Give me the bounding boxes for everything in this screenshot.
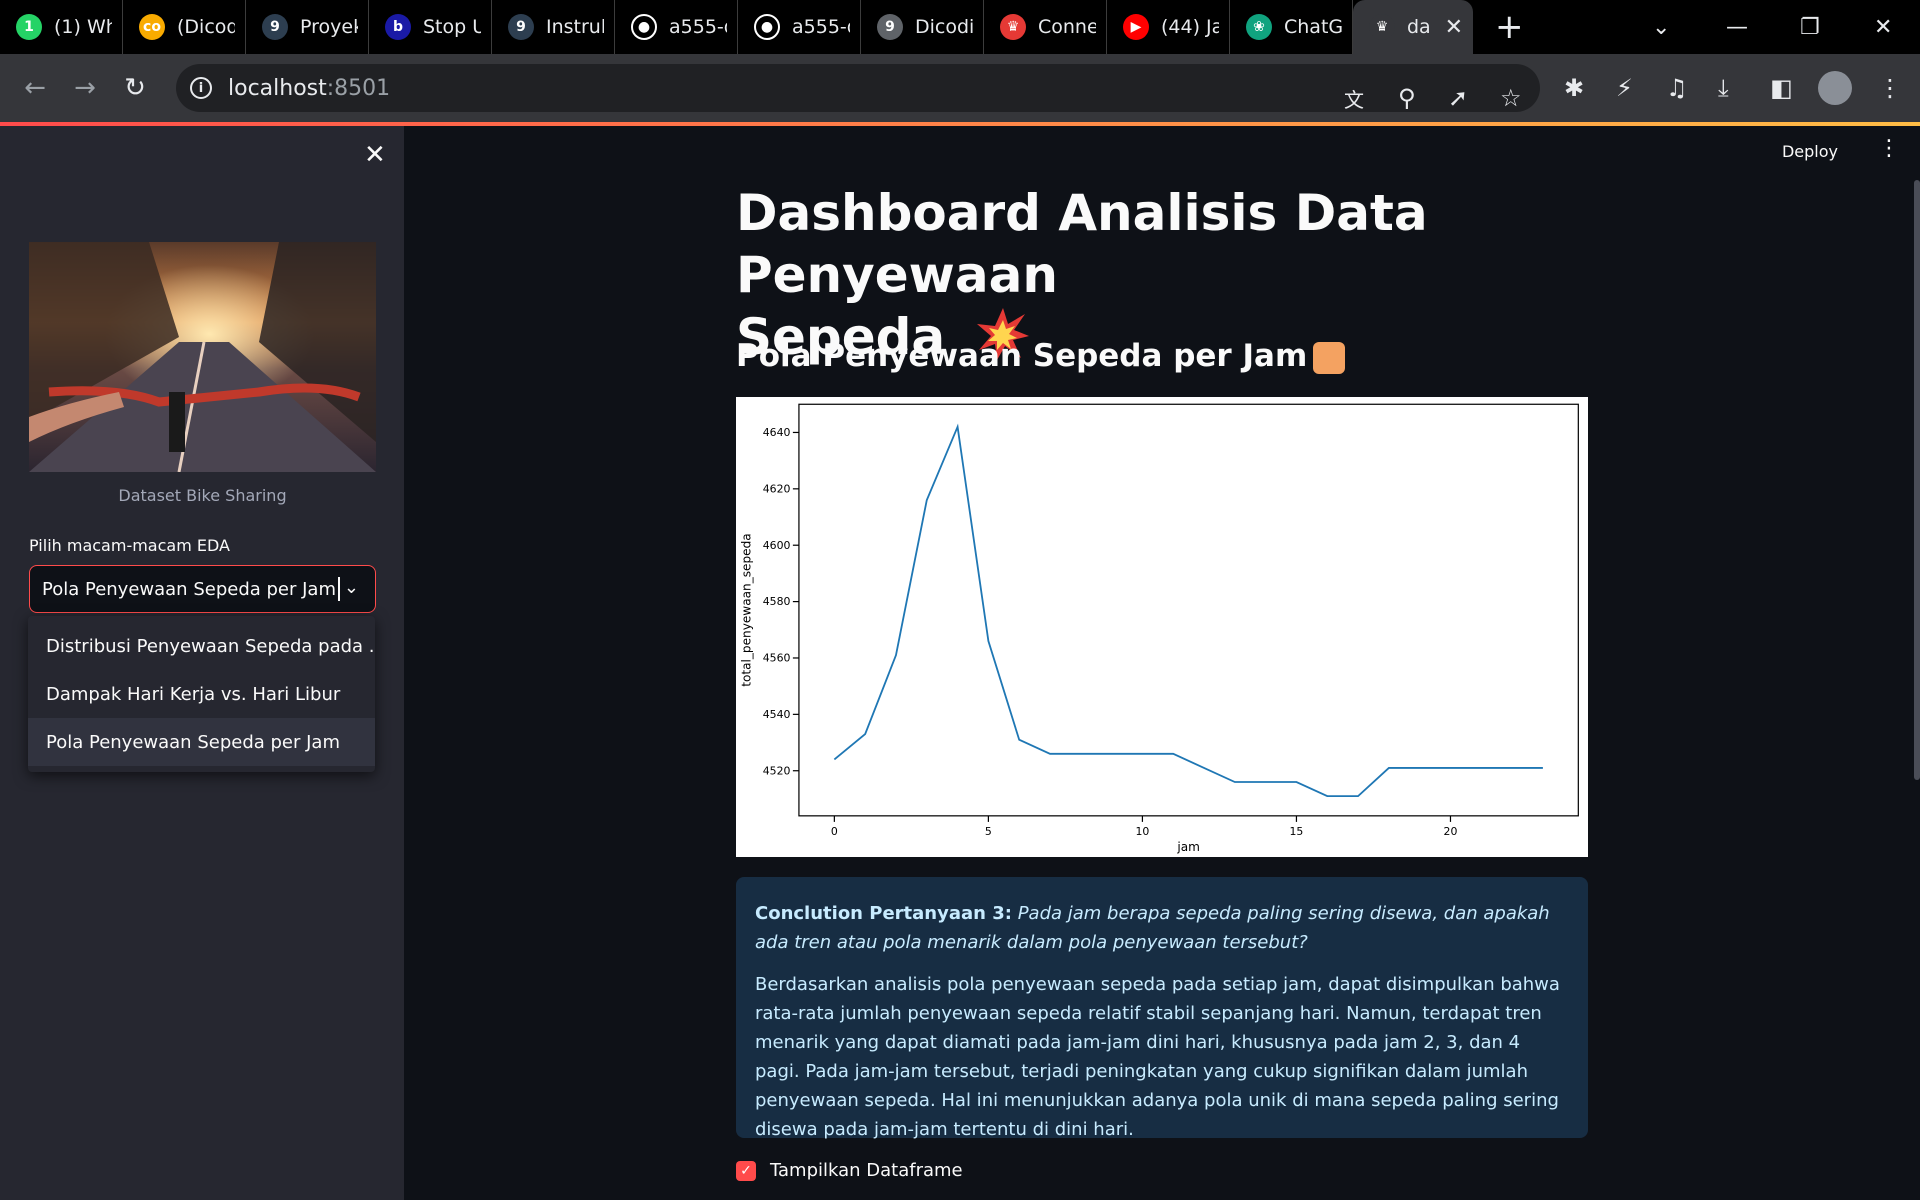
x-tick-label: 0 bbox=[831, 825, 838, 838]
back-icon[interactable]: ← bbox=[10, 73, 60, 103]
y-tick-label: 4620 bbox=[763, 482, 791, 495]
reload-icon[interactable]: ↻ bbox=[110, 73, 160, 103]
plot-frame bbox=[798, 403, 1579, 817]
dropdown-option[interactable]: Dampak Hari Kerja vs. Hari Libur bbox=[28, 670, 375, 718]
colab-icon: co bbox=[139, 14, 165, 40]
y-tick-label: 4640 bbox=[763, 426, 791, 439]
youtube-icon: ▶ bbox=[1123, 14, 1149, 40]
x-axis-label: jam bbox=[1176, 840, 1200, 854]
tab-label: (1) Wha bbox=[54, 16, 112, 38]
browser-tab[interactable]: ❀ ChatGP bbox=[1230, 0, 1353, 54]
tab-label: ChatGP bbox=[1284, 16, 1342, 38]
browser-tab-bar: 1 (1) Wha co (Dicodir 9 Proyek b Stop Us 9 Instru… bbox=[0, 0, 1920, 54]
eda-selectbox[interactable]: Pola Penyewaan Sepeda per Jam ⌄ bbox=[29, 565, 376, 613]
series-line bbox=[833, 423, 1543, 798]
tab-label: Stop Us bbox=[423, 16, 481, 38]
x-tick-label: 20 bbox=[1444, 825, 1458, 838]
x-tick-label: 15 bbox=[1290, 825, 1304, 838]
extension-bolt-icon[interactable]: ⚡ bbox=[1616, 54, 1633, 122]
sidebar: ✕ Dataset Bike Sharing Pilih macam-macam… bbox=[0, 126, 404, 1200]
main-menu-icon[interactable]: ⋮ bbox=[1878, 136, 1900, 161]
tab-active[interactable]: ♛ da ✕ bbox=[1353, 0, 1473, 54]
tab-label: (Dicodir bbox=[177, 16, 235, 38]
selectbox-value: Pola Penyewaan Sepeda per Jam bbox=[42, 578, 336, 600]
main-content: Deploy ⋮ Dashboard Analisis Data Penyewa… bbox=[404, 126, 1920, 1200]
y-tick-label: 4520 bbox=[763, 764, 791, 777]
clock-emoji-icon bbox=[1313, 341, 1346, 374]
checkbox-checked-icon[interactable]: ✓ bbox=[736, 1160, 756, 1181]
show-dataframe-checkbox-row[interactable]: ✓ Tampilkan Dataframe bbox=[736, 1160, 963, 1181]
bike-photo bbox=[29, 242, 376, 472]
chevron-down-icon[interactable]: ⌄ bbox=[344, 577, 359, 598]
text-cursor bbox=[338, 577, 340, 601]
restore-icon[interactable]: ❐ bbox=[1800, 0, 1820, 54]
profile-avatar[interactable] bbox=[1818, 54, 1852, 122]
close-sidebar-icon[interactable]: ✕ bbox=[364, 140, 386, 170]
dicoding-icon: 9 bbox=[262, 14, 288, 40]
crown-icon: ♛ bbox=[1000, 14, 1026, 40]
deploy-button[interactable]: Deploy bbox=[1782, 142, 1838, 161]
browser-tab[interactable]: ▶ (44) Jav bbox=[1107, 0, 1230, 54]
forward-icon[interactable]: → bbox=[60, 73, 110, 103]
image-caption: Dataset Bike Sharing bbox=[118, 486, 287, 505]
browser-menu-icon[interactable]: ⋮ bbox=[1878, 54, 1902, 122]
browser-tab[interactable]: ● a555-da bbox=[615, 0, 738, 54]
browser-toolbar: ← → ↻ i localhost:8501 文 ⚲ ➚ ☆ ✱ ⚡ ♫ ⤓ ◧… bbox=[0, 54, 1920, 122]
browser-tab[interactable]: 9 Dicodin bbox=[861, 0, 984, 54]
tab-label: Connec bbox=[1038, 16, 1096, 38]
browser-tab[interactable]: b Stop Us bbox=[369, 0, 492, 54]
github-icon: ● bbox=[631, 14, 657, 40]
select-dropdown: Distribusi Penyewaan Sepeda pada ... Dam… bbox=[28, 616, 375, 772]
extensions-icon[interactable]: ✱ bbox=[1564, 54, 1584, 122]
browser-tab[interactable]: 9 Instruks bbox=[492, 0, 615, 54]
section-subheader: Pola Penyewaan Sepeda per Jam bbox=[736, 338, 1346, 374]
tab-label: Dicodin bbox=[915, 16, 973, 38]
tab-label: (44) Jav bbox=[1161, 16, 1219, 38]
browser-tab[interactable]: 9 Proyek bbox=[246, 0, 369, 54]
y-tick-label: 4580 bbox=[763, 595, 791, 608]
github-icon: ● bbox=[754, 14, 780, 40]
tab-label: da bbox=[1407, 16, 1429, 38]
line-chart: 0 5 10 15 20 4520 4540 4560 4580 4600 4620 4640 jam t… bbox=[736, 397, 1588, 857]
tab-label: a555-da bbox=[669, 16, 727, 38]
chatgpt-icon: ❀ bbox=[1246, 14, 1272, 40]
dropdown-option-selected[interactable]: Pola Penyewaan Sepeda per Jam bbox=[28, 718, 375, 766]
select-label: Pilih macam-macam EDA bbox=[29, 536, 230, 555]
conclusion-text: Berdasarkan analisis pola penyewaan sepe… bbox=[755, 974, 1560, 1140]
y-tick-label: 4560 bbox=[763, 652, 791, 665]
tab-label: Proyek bbox=[300, 16, 358, 38]
browser-tab[interactable]: co (Dicodir bbox=[123, 0, 246, 54]
side-panel-icon[interactable]: ◧ bbox=[1770, 54, 1793, 122]
site-info-icon[interactable]: i bbox=[190, 77, 212, 99]
dicoding-icon: 9 bbox=[877, 14, 903, 40]
url-text: localhost:8501 bbox=[228, 75, 391, 101]
dropdown-option[interactable]: Distribusi Penyewaan Sepeda pada ... bbox=[28, 622, 375, 670]
conclusion-label: Conclution Pertanyaan 3: bbox=[755, 903, 1012, 924]
checkbox-label: Tampilkan Dataframe bbox=[770, 1160, 963, 1181]
bootstrap-icon: b bbox=[385, 14, 411, 40]
address-bar[interactable]: i localhost:8501 文 ⚲ ➚ ☆ bbox=[176, 64, 1540, 112]
y-tick-label: 4600 bbox=[763, 539, 791, 552]
download-icon[interactable]: ⤓ bbox=[1718, 54, 1729, 122]
y-axis-label: total_penyewaan_sepeda bbox=[740, 533, 754, 686]
browser-tab[interactable]: 1 (1) Wha bbox=[0, 0, 123, 54]
x-tick-label: 5 bbox=[985, 825, 992, 838]
dicoding-icon: 9 bbox=[508, 14, 534, 40]
whatsapp-icon: 1 bbox=[16, 14, 42, 40]
x-tick-label: 10 bbox=[1135, 825, 1149, 838]
new-tab-icon[interactable]: + bbox=[1495, 10, 1524, 44]
minimize-icon[interactable]: — bbox=[1726, 0, 1748, 54]
browser-tab[interactable]: ● a555-da bbox=[738, 0, 861, 54]
media-control-icon[interactable]: ♫ bbox=[1666, 54, 1688, 122]
tab-label: Instruks bbox=[546, 16, 604, 38]
y-tick-label: 4540 bbox=[763, 708, 791, 721]
window-close-icon[interactable]: ✕ bbox=[1874, 0, 1892, 54]
streamlit-icon: ♛ bbox=[1369, 14, 1395, 40]
close-tab-icon[interactable]: ✕ bbox=[1445, 15, 1463, 40]
scrollbar[interactable] bbox=[1914, 180, 1920, 780]
browser-tab[interactable]: ♛ Connec bbox=[984, 0, 1107, 54]
conclusion-info-box: Conclution Pertanyaan 3: Pada jam berapa… bbox=[736, 877, 1588, 1140]
tab-label: a555-da bbox=[792, 16, 850, 38]
tab-search-icon[interactable]: ⌄ bbox=[1652, 0, 1670, 54]
